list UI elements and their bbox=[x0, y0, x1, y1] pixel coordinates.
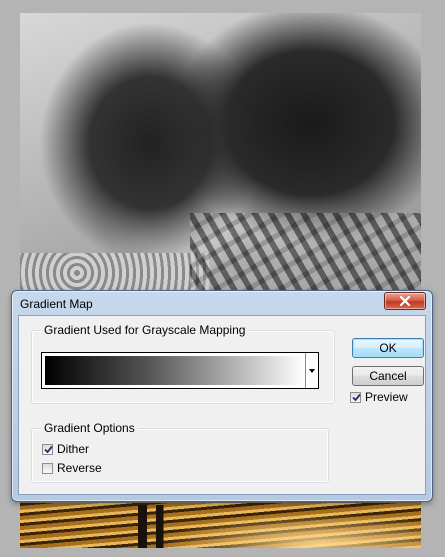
gradient-options-group: Gradient Options Dither Reverse bbox=[31, 421, 329, 483]
close-icon bbox=[399, 296, 411, 306]
dialog-title: Gradient Map bbox=[20, 297, 93, 311]
gradient-preview-swatch[interactable] bbox=[45, 356, 304, 385]
close-button[interactable] bbox=[384, 292, 426, 310]
checkmark-icon bbox=[352, 393, 361, 401]
gradient-picker[interactable] bbox=[41, 352, 319, 389]
reverse-label: Reverse bbox=[57, 461, 102, 475]
ok-button[interactable]: OK bbox=[352, 338, 424, 358]
dialog-titlebar[interactable]: Gradient Map bbox=[12, 291, 432, 315]
photo-legs-silhouette bbox=[138, 505, 168, 548]
preview-label: Preview bbox=[365, 390, 408, 404]
options-group-label: Gradient Options bbox=[41, 421, 138, 435]
gradient-map-dialog: Gradient Map Gradient Used for Grayscale… bbox=[11, 290, 433, 502]
dither-option[interactable]: Dither bbox=[42, 442, 89, 456]
gradient-dropdown-button[interactable] bbox=[305, 353, 318, 388]
checkmark-icon bbox=[44, 445, 53, 453]
gradient-group: Gradient Used for Grayscale Mapping bbox=[31, 323, 335, 404]
dither-checkbox[interactable] bbox=[42, 443, 53, 455]
gradient-group-label: Gradient Used for Grayscale Mapping bbox=[41, 323, 249, 337]
photo-beach-strip bbox=[20, 503, 421, 548]
preview-option[interactable]: Preview bbox=[350, 390, 408, 404]
reverse-checkbox[interactable] bbox=[42, 462, 53, 474]
dialog-body: Gradient Used for Grayscale Mapping Grad… bbox=[18, 315, 426, 495]
preview-checkbox[interactable] bbox=[350, 391, 361, 403]
reverse-option[interactable]: Reverse bbox=[42, 461, 102, 475]
cancel-button[interactable]: Cancel bbox=[352, 366, 424, 386]
chevron-down-icon bbox=[309, 368, 315, 373]
dither-label: Dither bbox=[57, 442, 90, 456]
